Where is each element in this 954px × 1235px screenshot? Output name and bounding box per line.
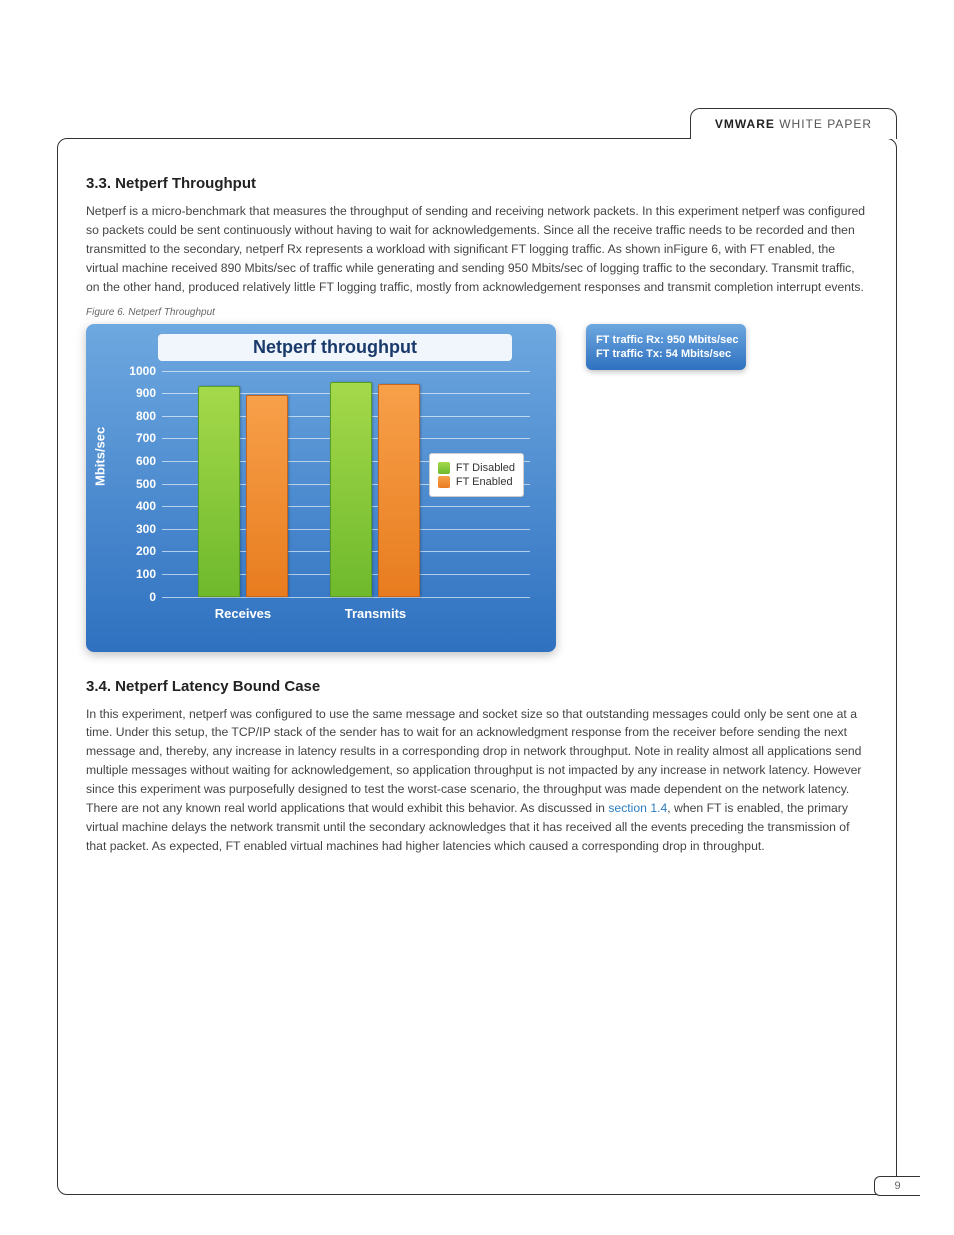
y-tick-label: 600: [122, 454, 156, 468]
y-tick-label: 1000: [122, 364, 156, 378]
bar-ft-disabled-transmits: [330, 382, 372, 597]
legend-row-ft-disabled: FT Disabled: [438, 462, 515, 474]
bar-ft-disabled-receives: [198, 386, 240, 596]
y-tick-label: 500: [122, 477, 156, 491]
y-tick-label: 0: [122, 590, 156, 604]
section-link-1-4[interactable]: section 1.4: [608, 801, 667, 815]
chart-body: Mbits/sec 010020030040050060070080090010…: [94, 367, 548, 627]
y-tick-label: 800: [122, 409, 156, 423]
chart-title: Netperf throughput: [158, 334, 512, 361]
legend-label-ft-enabled: FT Enabled: [456, 476, 513, 488]
section-3-4-paragraph: In this experiment, netperf was configur…: [86, 705, 868, 856]
section-3-3-paragraph: Netperf is a micro-benchmark that measur…: [86, 202, 868, 297]
y-axis-title: Mbits/sec: [93, 427, 108, 486]
plot-area: 01002003004005006007008009001000 Receive…: [162, 371, 530, 597]
ft-traffic-rx: FT traffic Rx: 950 Mbits/sec: [596, 334, 736, 346]
y-tick-label: 400: [122, 499, 156, 513]
y-tick-label: 200: [122, 544, 156, 558]
legend-row-ft-enabled: FT Enabled: [438, 476, 515, 488]
category-label: Transmits: [305, 606, 445, 621]
bar-ft-enabled-transmits: [378, 384, 420, 596]
header-brand: VMWARE: [715, 117, 775, 131]
legend-swatch-orange-icon: [438, 476, 450, 488]
y-tick-label: 300: [122, 522, 156, 536]
legend-swatch-green-icon: [438, 462, 450, 474]
figure-caption: Figure 6. Netperf Throughput: [86, 307, 868, 318]
legend-label-ft-disabled: FT Disabled: [456, 462, 515, 474]
y-tick-label: 700: [122, 431, 156, 445]
header-label: WHITE PAPER: [779, 117, 872, 131]
ft-traffic-box: FT traffic Rx: 950 Mbits/sec FT traffic …: [586, 324, 746, 370]
y-tick-label: 900: [122, 386, 156, 400]
para-pre: In this experiment, netperf was configur…: [86, 707, 861, 816]
figure-row: Netperf throughput Mbits/sec 01002003004…: [86, 324, 868, 652]
grid-line: [162, 597, 530, 598]
page-frame: 3.3. Netperf Throughput Netperf is a mic…: [57, 138, 897, 1195]
ft-traffic-tx: FT traffic Tx: 54 Mbits/sec: [596, 348, 736, 360]
bar-ft-enabled-receives: [246, 395, 288, 596]
section-heading-3-3: 3.3. Netperf Throughput: [86, 175, 868, 192]
section-heading-3-4: 3.4. Netperf Latency Bound Case: [86, 678, 868, 695]
category-label: Receives: [173, 606, 313, 621]
page-number: 9: [874, 1176, 920, 1196]
header-tab: VMWARE WHITE PAPER: [690, 108, 897, 139]
chart-panel: Netperf throughput Mbits/sec 01002003004…: [86, 324, 556, 652]
legend: FT Disabled FT Enabled: [429, 453, 524, 497]
y-tick-label: 100: [122, 567, 156, 581]
